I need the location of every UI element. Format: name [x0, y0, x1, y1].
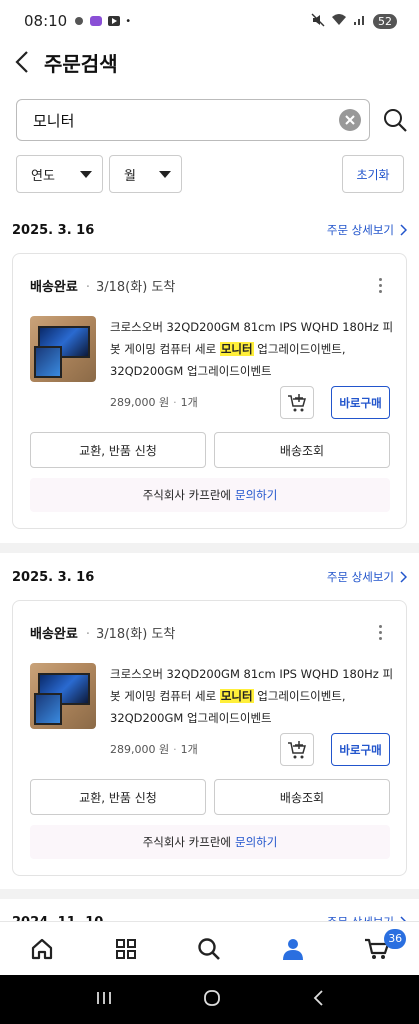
product-qty: 1개 [169, 396, 198, 409]
cart-plus-icon [288, 393, 306, 411]
product-name[interactable]: 크로스오버 32QD200GM 81cm IPS WQHD 180Hz 피봇 게… [110, 663, 395, 729]
system-back-button[interactable] [312, 989, 324, 1011]
product-name[interactable]: 크로스오버 32QD200GM 81cm IPS WQHD 180Hz 피봇 게… [110, 316, 395, 382]
section-divider [0, 889, 419, 899]
order-card: 배송완료 3/18(화) 도착 크로스오버 32QD200GM 81cm IPS… [12, 253, 407, 529]
status-time: 08:10 [24, 12, 68, 30]
search-button[interactable] [382, 107, 408, 133]
product-thumbnail[interactable] [30, 316, 96, 382]
order-group: 2025. 3. 16 주문 상세보기 배송완료 3/18(화) 도착 크로스오… [0, 562, 419, 876]
signal-icon [353, 13, 367, 29]
seller-inquiry: 주식회사 카프란에 문의하기 [30, 825, 390, 859]
seller-name: 주식회사 카프란에 [142, 488, 231, 502]
recent-apps-button[interactable] [95, 990, 113, 1010]
cart-plus-icon [288, 740, 306, 758]
home-button[interactable] [203, 989, 221, 1011]
battery-indicator: 52 [373, 13, 397, 29]
reset-button[interactable]: 초기화 [342, 155, 404, 193]
search-highlight: 모니터 [219, 689, 254, 703]
year-dropdown[interactable]: 연도 [16, 155, 103, 193]
back-button[interactable] [14, 47, 38, 77]
chevron-left-icon [15, 51, 28, 73]
wifi-icon [331, 13, 347, 29]
buy-now-button[interactable]: 바로구매 [331, 386, 390, 419]
page-header: 주문검색 [0, 42, 419, 82]
nav-my-page[interactable] [251, 922, 335, 976]
search-icon [384, 109, 407, 132]
delivery-status: 배송완료 [30, 279, 78, 295]
clear-search-button[interactable] [339, 109, 361, 131]
nav-search[interactable] [168, 922, 252, 976]
home-circle-icon [204, 989, 221, 1006]
nav-cart[interactable]: 36 [335, 922, 419, 976]
chevron-left-icon [313, 989, 323, 1006]
caret-down-icon [159, 170, 171, 178]
product-thumbnail[interactable] [30, 663, 96, 729]
year-dropdown-label: 연도 [31, 168, 55, 184]
order-group: 2025. 3. 16 주문 상세보기 배송완료 3/18(화) 도착 크로스오… [0, 215, 419, 529]
arrival-date: 3/18(화) 도착 [86, 276, 175, 295]
chevron-right-icon [400, 571, 407, 583]
more-options-button[interactable] [371, 277, 389, 293]
mute-icon [311, 13, 325, 30]
exchange-return-button[interactable]: 교환, 반품 신청 [30, 432, 206, 468]
status-bar: 08:10 • 52 [0, 0, 419, 42]
search-highlight: 모니터 [219, 342, 254, 356]
search-box[interactable] [16, 99, 370, 141]
arrival-date: 3/18(화) 도착 [86, 623, 175, 642]
order-detail-label: 주문 상세보기 [326, 570, 394, 584]
order-date: 2025. 3. 16 [12, 222, 95, 238]
product-price: 289,000 원 [110, 396, 170, 409]
inquiry-link[interactable]: 문의하기 [235, 487, 277, 503]
chevron-right-icon [400, 224, 407, 236]
search-icon [198, 937, 221, 960]
recent-apps-icon [97, 991, 112, 1004]
tracking-button[interactable]: 배송조회 [214, 779, 390, 815]
section-divider [0, 543, 419, 553]
page-title: 주문검색 [44, 51, 118, 76]
product-price: 289,000 원 [110, 743, 170, 756]
nav-home[interactable] [0, 922, 84, 976]
exchange-return-button[interactable]: 교환, 반품 신청 [30, 779, 206, 815]
product-qty: 1개 [169, 743, 198, 756]
delivery-status: 배송완료 [30, 626, 78, 642]
notification-icons: • [73, 15, 131, 27]
month-dropdown-label: 월 [124, 168, 136, 184]
caret-down-icon [80, 170, 92, 178]
order-date: 2025. 3. 16 [12, 569, 95, 585]
category-icon [115, 938, 136, 959]
search-input[interactable] [33, 111, 339, 129]
home-icon [31, 938, 52, 959]
cart-count-badge: 36 [384, 928, 407, 949]
bottom-nav: 36 [0, 921, 419, 975]
buy-now-button[interactable]: 바로구매 [331, 733, 390, 766]
search-row [16, 99, 408, 141]
my-page-icon [283, 938, 304, 960]
price-quantity: 289,000 원1개 [110, 394, 198, 410]
seller-inquiry: 주식회사 카프란에 문의하기 [30, 478, 390, 512]
add-to-cart-button[interactable] [280, 733, 314, 766]
system-nav-bar [0, 975, 419, 1024]
filter-row: 연도 월 초기화 [16, 155, 404, 193]
order-detail-link[interactable]: 주문 상세보기 [327, 569, 407, 585]
order-card: 배송완료 3/18(화) 도착 크로스오버 32QD200GM 81cm IPS… [12, 600, 407, 876]
month-dropdown[interactable]: 월 [109, 155, 182, 193]
tracking-button[interactable]: 배송조회 [214, 432, 390, 468]
seller-name: 주식회사 카프란에 [142, 835, 231, 849]
nav-category[interactable] [84, 922, 168, 976]
price-quantity: 289,000 원1개 [110, 741, 198, 757]
inquiry-link[interactable]: 문의하기 [235, 834, 277, 850]
add-to-cart-button[interactable] [280, 386, 314, 419]
close-icon [345, 115, 355, 125]
more-options-button[interactable] [371, 624, 389, 640]
order-detail-link[interactable]: 주문 상세보기 [327, 222, 407, 238]
order-detail-label: 주문 상세보기 [326, 223, 394, 237]
